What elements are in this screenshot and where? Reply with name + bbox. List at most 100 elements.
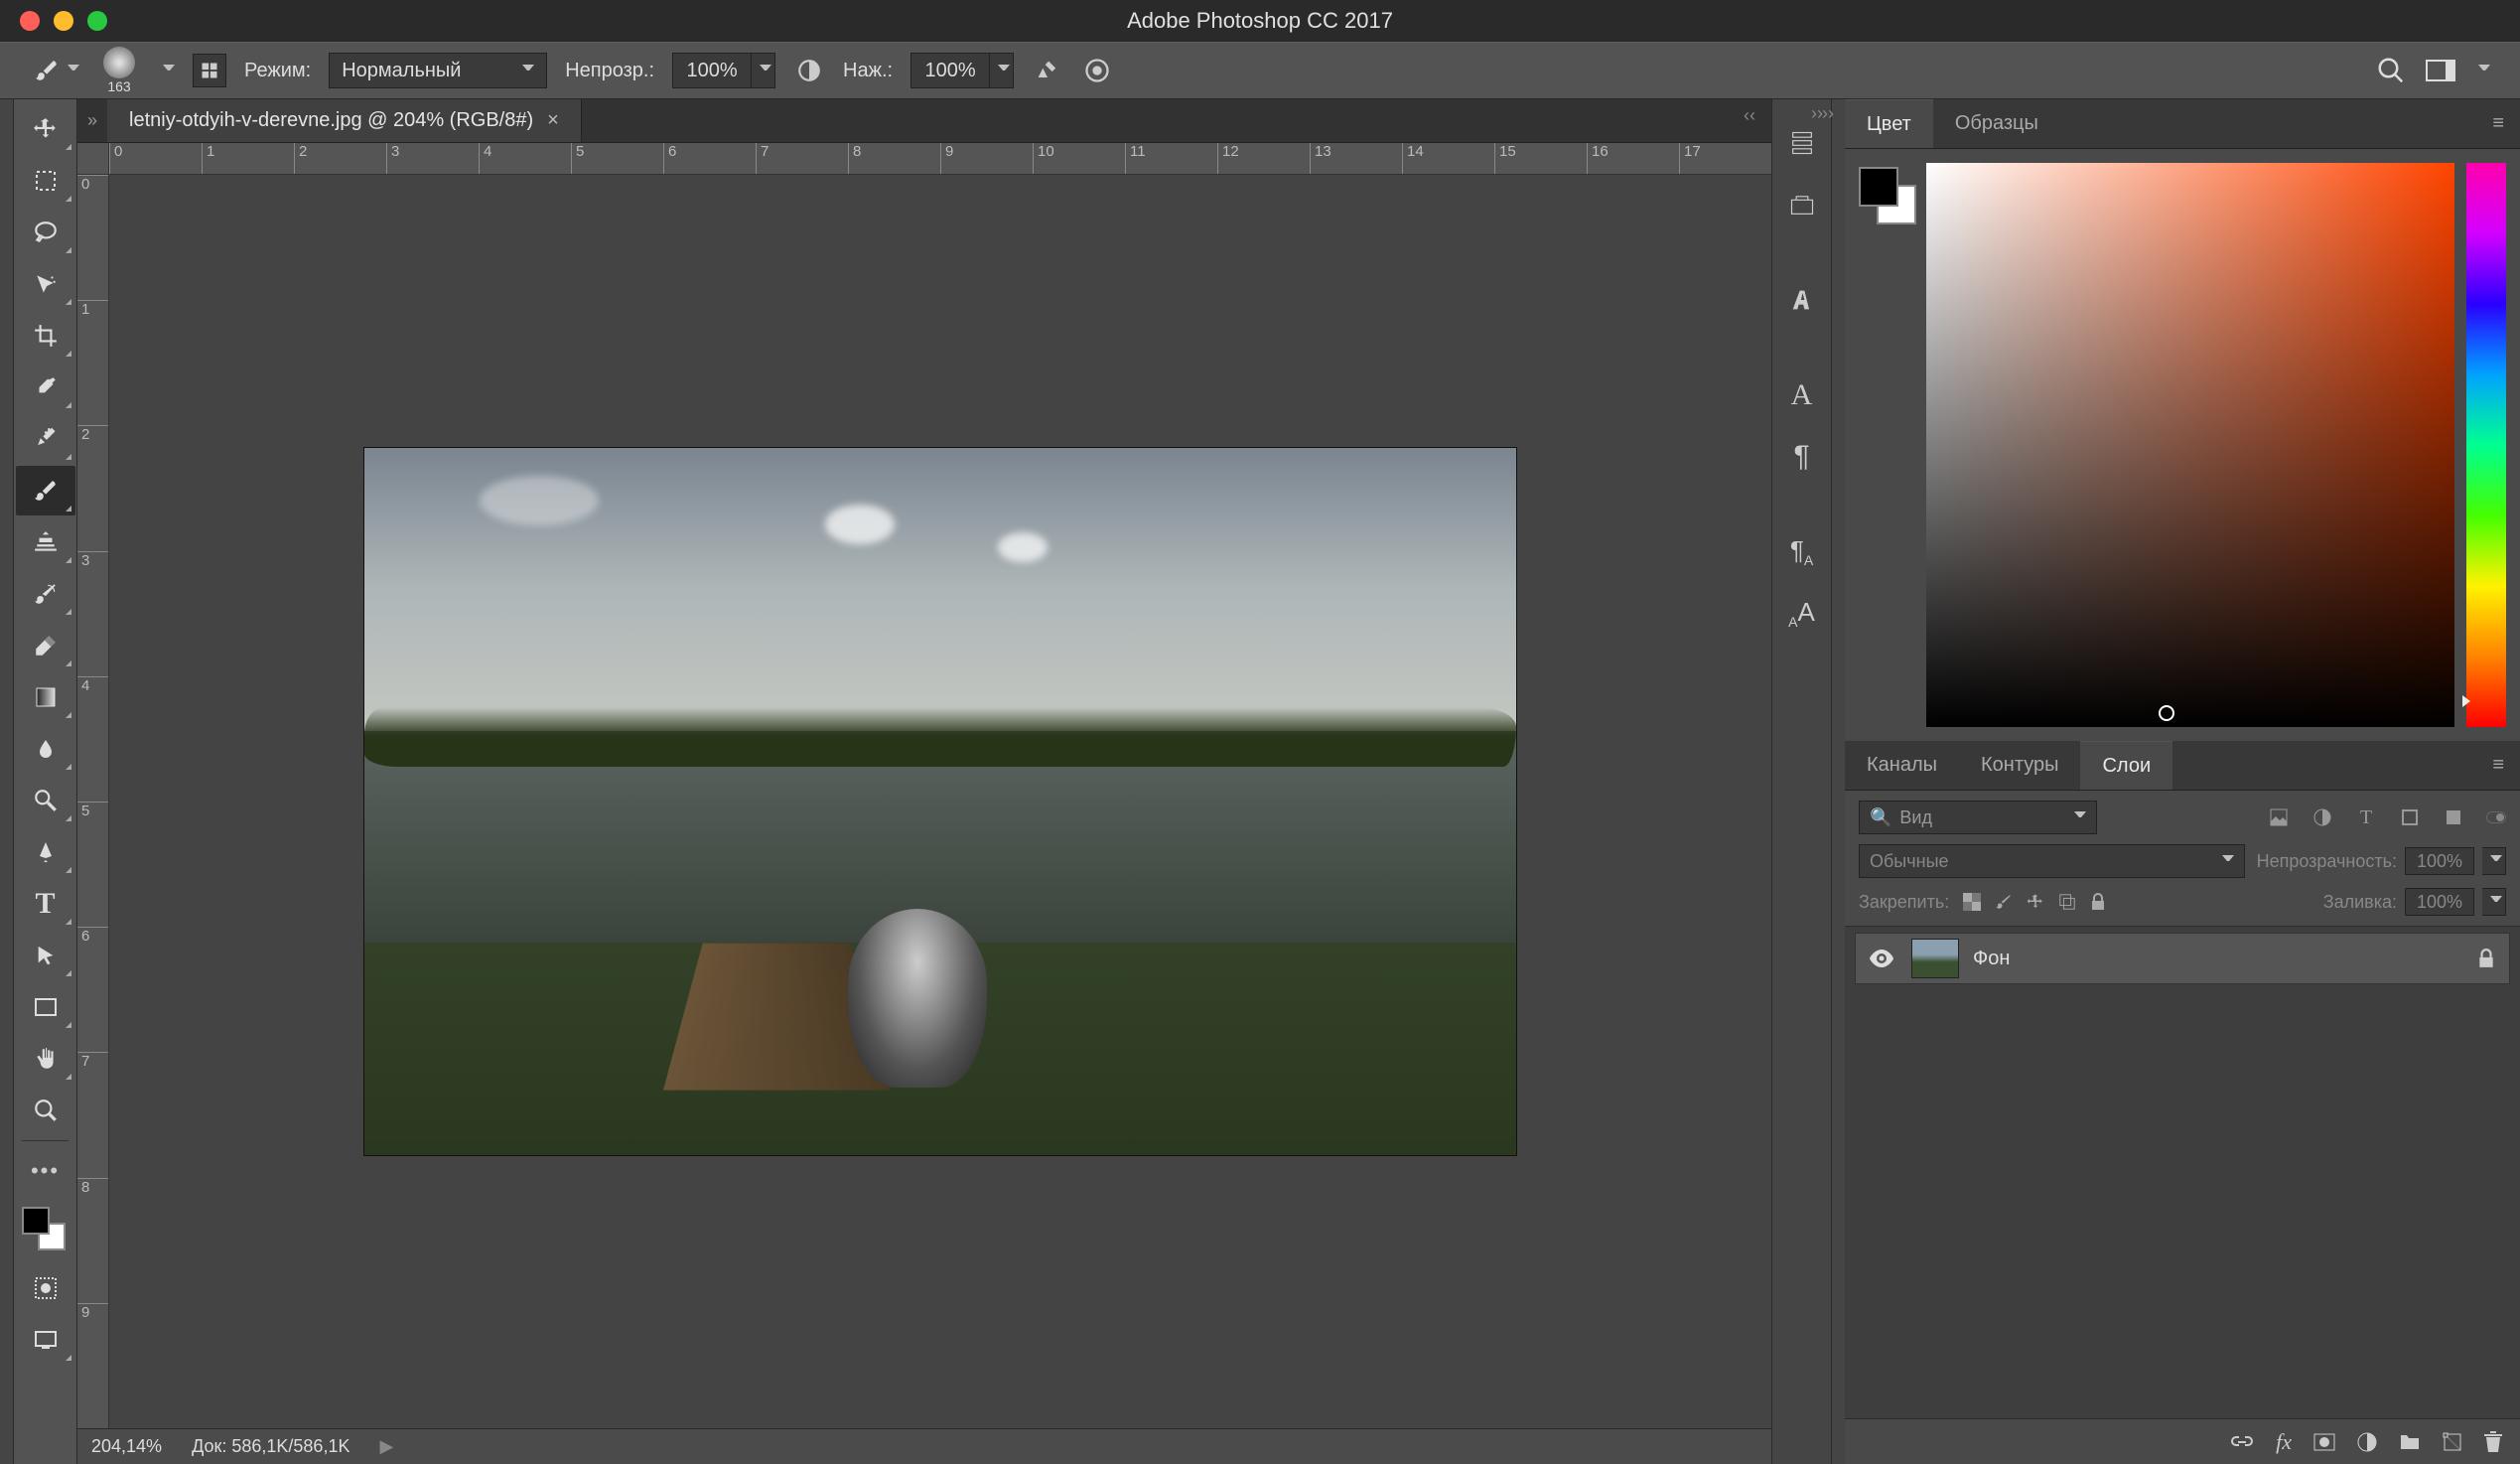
layer-blend-mode-select[interactable]: Обычные (1859, 844, 2245, 878)
layer-filter-select[interactable]: 🔍 Вид (1859, 801, 2097, 834)
color-field[interactable] (1926, 163, 2454, 727)
status-arrow-icon[interactable]: ▶ (379, 1436, 393, 1457)
search-icon[interactable] (2375, 55, 2407, 86)
blur-tool[interactable] (16, 724, 75, 774)
pen-tool[interactable] (16, 827, 75, 877)
color-fg-bg-swatches[interactable] (1859, 167, 1914, 222)
workspace-switcher[interactable] (2425, 55, 2456, 86)
brush-tool[interactable] (16, 466, 75, 515)
lock-transparency-icon[interactable] (1963, 893, 1981, 911)
quick-selection-tool[interactable] (16, 259, 75, 309)
character-panel-icon[interactable]: A (1782, 375, 1822, 415)
filter-shape-icon[interactable] (2397, 805, 2423, 830)
char-styles-panel-icon[interactable]: ¶A (1782, 532, 1822, 572)
quick-mask-toggle[interactable] (16, 1263, 75, 1313)
canvas-viewport[interactable] (109, 175, 1771, 1428)
fg-color-swatch[interactable] (1859, 167, 1898, 207)
layer-mask-icon[interactable] (2313, 1433, 2335, 1451)
clone-stamp-tool[interactable] (16, 517, 75, 567)
layer-fill-dropdown-icon[interactable] (2482, 888, 2506, 916)
opacity-input[interactable]: 100% (672, 53, 775, 88)
healing-brush-tool[interactable] (16, 414, 75, 464)
brush-panel-toggle[interactable] (193, 54, 226, 87)
pressure-size-toggle[interactable] (1081, 55, 1113, 86)
marquee-tool[interactable] (16, 156, 75, 206)
tab-channels[interactable]: Каналы (1845, 741, 1959, 790)
color-swatches[interactable] (14, 1203, 76, 1262)
color-panel-menu-icon[interactable]: ≡ (2476, 99, 2520, 148)
zoom-level[interactable]: 204,14% (91, 1436, 162, 1457)
path-selection-tool[interactable] (16, 931, 75, 980)
ruler-vertical[interactable]: 0123456789 (77, 175, 109, 1428)
glyphs-panel-icon[interactable] (1782, 280, 1822, 320)
layer-effects-icon[interactable]: fx (2276, 1429, 2292, 1455)
rectangle-tool[interactable] (16, 982, 75, 1032)
ruler-tick: 2 (77, 425, 108, 550)
eyedropper-tool[interactable] (16, 363, 75, 412)
tab-layers[interactable]: Слои (2080, 741, 2172, 790)
layer-row[interactable]: Фон (1855, 933, 2510, 984)
adjustment-layer-icon[interactable] (2357, 1432, 2377, 1452)
collapse-doc-tabs-icon[interactable]: ‹‹ (1738, 99, 1761, 132)
layer-locked-icon[interactable] (2477, 949, 2495, 968)
lock-artboard-icon[interactable] (2058, 893, 2076, 911)
flow-input[interactable]: 100% (910, 53, 1014, 88)
minimize-window-button[interactable] (54, 11, 73, 31)
filter-type-icon[interactable]: T (2353, 805, 2379, 830)
gradient-tool[interactable] (16, 672, 75, 722)
ruler-tick: 17 (1679, 143, 1771, 174)
hue-slider-thumb[interactable] (2462, 695, 2470, 707)
filter-smart-icon[interactable] (2441, 805, 2466, 830)
lasso-tool[interactable] (16, 208, 75, 257)
current-tool-indicator[interactable] (30, 54, 79, 87)
doc-tabs-handle[interactable]: » (77, 99, 107, 142)
crop-tool[interactable] (16, 311, 75, 361)
layer-fill-value[interactable]: 100% (2405, 888, 2474, 916)
close-tab-icon[interactable]: × (547, 109, 559, 132)
hue-slider[interactable] (2466, 163, 2506, 727)
filter-adjust-icon[interactable] (2310, 805, 2335, 830)
layers-panel-menu-icon[interactable]: ≡ (2476, 741, 2520, 790)
blend-mode-select[interactable]: Нормальный (329, 53, 547, 88)
layer-opacity-dropdown-icon[interactable] (2482, 847, 2506, 875)
collapse-panels-icon[interactable]: ›› (1822, 103, 1834, 124)
hand-tool[interactable] (16, 1034, 75, 1084)
paragraph-panel-icon[interactable]: ¶ (1782, 437, 1822, 477)
history-panel-icon[interactable] (1782, 123, 1822, 163)
layer-group-icon[interactable] (2399, 1433, 2421, 1451)
tab-paths[interactable]: Контуры (1959, 741, 2080, 790)
pressure-opacity-toggle[interactable] (793, 55, 825, 86)
layers-controls: 🔍 Вид T (1845, 791, 2520, 927)
layer-opacity-value[interactable]: 100% (2405, 847, 2474, 875)
edit-toolbar-button[interactable]: ••• (16, 1146, 75, 1196)
foreground-color[interactable] (22, 1207, 50, 1235)
para-styles-panel-icon[interactable]: AA (1782, 594, 1822, 634)
ruler-origin[interactable] (77, 143, 109, 175)
brush-preset-picker[interactable]: 163 (97, 47, 141, 94)
dodge-tool[interactable] (16, 776, 75, 825)
airbrush-toggle[interactable] (1032, 55, 1063, 86)
zoom-tool[interactable] (16, 1086, 75, 1135)
delete-layer-icon[interactable] (2484, 1431, 2502, 1453)
lock-position-icon[interactable] (2027, 893, 2044, 911)
filter-pixel-icon[interactable] (2266, 805, 2292, 830)
lock-pixels-icon[interactable] (1995, 893, 2013, 911)
screen-mode-toggle[interactable] (16, 1315, 75, 1365)
document-tab[interactable]: letniy-otdyih-v-derevne.jpg @ 204% (RGB/… (107, 99, 582, 142)
new-layer-icon[interactable] (2443, 1432, 2462, 1452)
history-brush-tool[interactable] (16, 569, 75, 619)
properties-panel-icon[interactable] (1782, 185, 1822, 224)
maximize-window-button[interactable] (87, 11, 107, 31)
type-tool[interactable]: T (16, 879, 75, 929)
filter-toggle-switch[interactable] (2486, 811, 2506, 823)
layer-thumbnail[interactable] (1911, 939, 1959, 978)
close-window-button[interactable] (20, 11, 40, 31)
tab-color[interactable]: Цвет (1845, 99, 1933, 148)
link-layers-icon[interactable] (2230, 1435, 2254, 1449)
eraser-tool[interactable] (16, 621, 75, 670)
tab-swatches[interactable]: Образцы (1933, 99, 2060, 148)
move-tool[interactable] (16, 104, 75, 154)
ruler-horizontal[interactable]: 01234567891011121314151617 (109, 143, 1771, 175)
lock-all-icon[interactable] (2090, 893, 2106, 911)
layer-visibility-icon[interactable] (1870, 950, 1897, 967)
